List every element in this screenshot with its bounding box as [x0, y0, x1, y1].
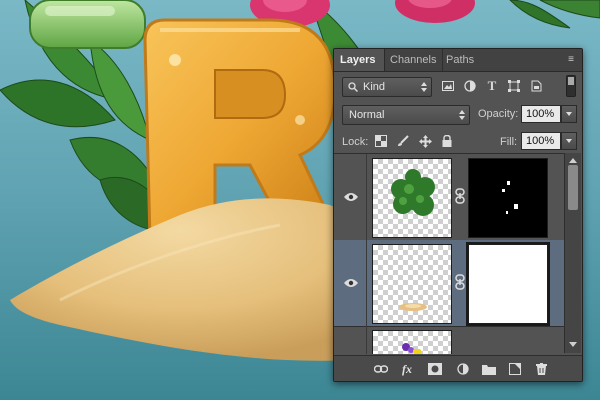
panel-tab-bar: Layers Channels Paths ≡: [334, 49, 582, 72]
mask-link-icon[interactable]: [455, 274, 465, 290]
adjustment-layer-icon[interactable]: [454, 361, 472, 377]
toggle-knob: [568, 77, 574, 85]
fill-label: Fill:: [500, 136, 518, 148]
blend-mode-dropdown[interactable]: Normal: [342, 105, 470, 125]
updown-arrow-icon: [421, 82, 427, 92]
layer-thumbnail[interactable]: [372, 158, 452, 238]
tab-paths[interactable]: Paths: [440, 49, 480, 71]
mask-selection-frame: [466, 242, 550, 326]
chevron-down-icon: [566, 112, 572, 116]
flower-thumbnail-icon: [402, 343, 421, 354]
filter-kind-label: Kind: [363, 81, 386, 93]
opacity-field[interactable]: 100%: [521, 105, 561, 123]
blend-mode-value: Normal: [349, 109, 385, 121]
image-filter-icon[interactable]: [440, 78, 456, 94]
opacity-dropdown-button[interactable]: [561, 105, 577, 123]
lock-transparent-icon[interactable]: [372, 132, 390, 150]
layers-scrollbar[interactable]: [564, 153, 581, 353]
chevron-down-icon: [566, 139, 572, 143]
scroll-down-icon[interactable]: [568, 341, 578, 349]
fx-icon[interactable]: fx: [398, 361, 416, 377]
layer-row-flower[interactable]: [334, 326, 564, 354]
panel-menu-icon[interactable]: ≡: [564, 54, 578, 66]
filter-buttons: T: [440, 78, 560, 94]
lock-buttons: [372, 132, 472, 150]
layers-list: [334, 153, 564, 354]
delete-layer-icon[interactable]: [532, 361, 550, 377]
tab-layers[interactable]: Layers: [334, 49, 385, 71]
sand-thumbnail-icon: [399, 303, 427, 311]
panel-footer: fx: [334, 355, 582, 381]
lock-label: Lock:: [342, 136, 369, 148]
opacity-label: Opacity:: [478, 108, 519, 120]
filter-kind-dropdown[interactable]: Kind: [342, 77, 432, 97]
type-filter-icon[interactable]: T: [484, 78, 500, 94]
lock-all-icon[interactable]: [438, 132, 456, 150]
tab-channels[interactable]: Channels: [384, 49, 444, 71]
filter-toggle-switch[interactable]: [566, 75, 576, 97]
layer-mask-thumbnail[interactable]: [468, 158, 548, 238]
green-tube-illustration: [29, 0, 146, 49]
updown-arrow-icon: [459, 110, 465, 120]
fill-dropdown-button[interactable]: [561, 132, 577, 150]
eye-icon[interactable]: [344, 192, 358, 202]
layer-row-sand[interactable]: [334, 240, 564, 327]
scrollbar-thumb[interactable]: [568, 165, 578, 210]
layers-panel: Layers Channels Paths ≡ Kind T Normal Op…: [333, 48, 583, 382]
search-icon: [348, 82, 358, 92]
visibility-column: [334, 326, 367, 354]
shape-filter-icon[interactable]: [506, 78, 522, 94]
smart-object-filter-icon[interactable]: [528, 78, 544, 94]
new-group-icon[interactable]: [480, 361, 498, 377]
eye-icon[interactable]: [344, 278, 358, 288]
add-mask-icon[interactable]: [426, 361, 444, 377]
plant-thumbnail-icon: [391, 169, 435, 216]
lock-image-icon[interactable]: [394, 132, 412, 150]
layer-thumbnail[interactable]: [372, 330, 452, 354]
link-layers-icon[interactable]: [372, 361, 390, 377]
mask-spots: [502, 181, 518, 214]
layer-thumbnail[interactable]: [372, 244, 452, 324]
fill-field[interactable]: 100%: [521, 132, 561, 150]
adjustment-filter-icon[interactable]: [462, 78, 478, 94]
mask-link-icon[interactable]: [455, 188, 465, 204]
new-layer-icon[interactable]: [506, 361, 524, 377]
layer-row-plant[interactable]: [334, 154, 564, 241]
scroll-up-icon[interactable]: [568, 156, 578, 164]
lock-position-icon[interactable]: [416, 132, 434, 150]
